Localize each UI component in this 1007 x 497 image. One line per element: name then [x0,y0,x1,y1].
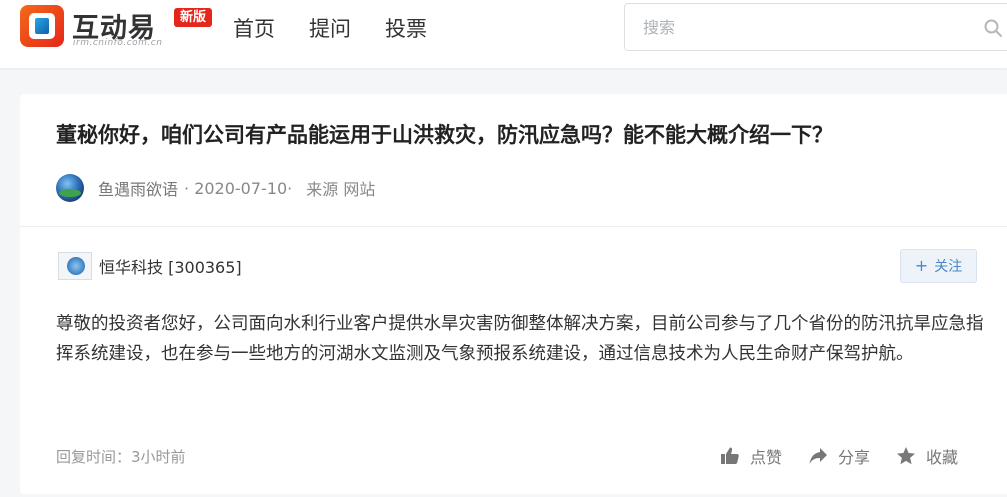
answer-footer: 回复时间：3小时前 点赞 分享 收藏 [56,442,986,470]
favorite-button[interactable]: 收藏 [896,444,958,468]
answer-text: 尊敬的投资者您好，公司面向水利行业客户提供水旱灾害防御整体解决方案，目前公司参与… [56,314,984,364]
new-version-badge: 新版 [174,8,213,27]
share-arrow-icon [809,448,828,464]
question-meta: 鱼遇雨欲语 · 2020-07-10· 来源 网站 [56,172,375,204]
action-bar: 点赞 分享 收藏 [720,442,958,470]
company-logo-icon [58,252,92,280]
search-icon[interactable] [983,18,1003,38]
qa-card: 董秘你好，咱们公司有产品能运用于山洪救灾，防汛应急吗？能不能大概介绍一下？ 鱼遇… [20,94,1007,494]
nav-item-ask[interactable]: 提问 [309,14,351,44]
question-source: 来源 网站 [306,180,376,199]
star-icon [897,447,916,465]
search-box [624,3,1007,51]
like-label: 点赞 [750,448,783,467]
share-label: 分享 [838,448,871,467]
site-logo[interactable]: 互动易 新版 irm.cninfo.com.cn [20,5,220,51]
company-info[interactable]: 恒华科技 [300365] [58,251,242,281]
share-button[interactable]: 分享 [808,444,870,468]
question-date: · 2020-07-10· [184,178,293,198]
nav-item-vote[interactable]: 投票 [385,14,427,44]
reply-time: 回复时间：3小时前 [56,448,186,466]
like-button[interactable]: 点赞 [720,444,782,468]
plus-icon: + [914,256,929,275]
nav-item-home[interactable]: 首页 [233,14,275,44]
avatar[interactable] [56,174,84,202]
search-input[interactable] [625,4,1007,50]
follow-button[interactable]: + 关注 [900,249,977,283]
thumbs-up-icon [721,447,739,464]
logo-subtitle: irm.cninfo.com.cn [73,38,163,48]
divider [20,226,1007,227]
company-name[interactable]: 恒华科技 [300365] [99,254,242,278]
question-title[interactable]: 董秘你好，咱们公司有产品能运用于山洪救灾，防汛应急吗？能不能大概介绍一下？ [56,120,986,150]
main-nav: 首页 提问 投票 [233,14,461,44]
question-author[interactable]: 鱼遇雨欲语 [98,176,178,200]
favorite-label: 收藏 [926,448,959,467]
top-bar: 互动易 新版 irm.cninfo.com.cn 首页 提问 投票 [0,0,1007,68]
logo-mark-icon [20,5,64,47]
follow-label: 关注 [934,259,963,275]
